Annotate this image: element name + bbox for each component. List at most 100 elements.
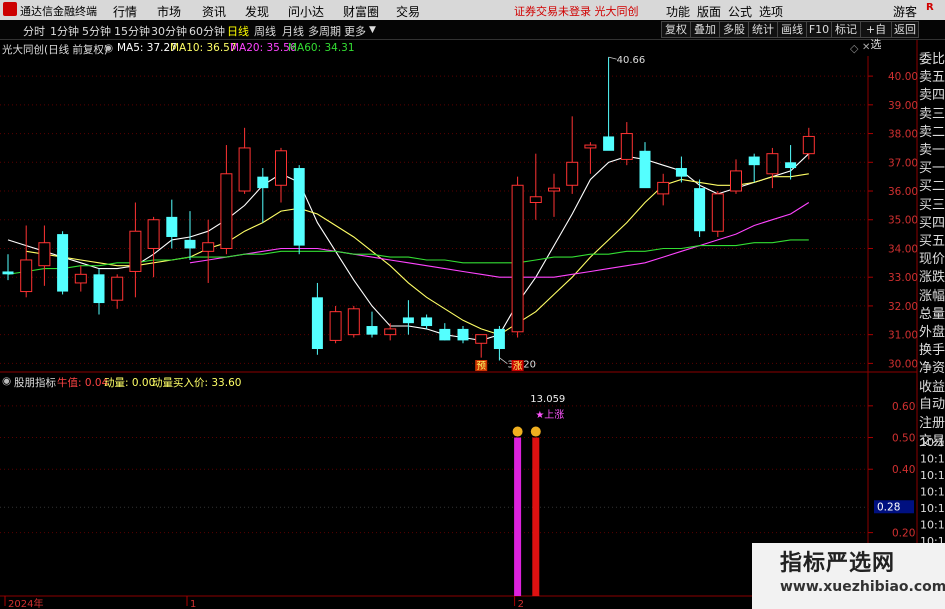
candle: [129, 202, 142, 298]
candle: [475, 334, 488, 358]
stock-info-bar: 光大同创(日线 前复权) ◉ MA5: 37.27 MA10: 36.57 MA…: [0, 40, 870, 56]
time-label: 10:18: [920, 486, 945, 499]
quote-field: 净资: [919, 361, 945, 377]
candle: [566, 116, 579, 194]
indicator-settings-icon[interactable]: ◉: [2, 375, 11, 387]
quote-field: 总量: [919, 306, 945, 322]
candle: [238, 127, 251, 194]
quote-field: 买一: [919, 161, 945, 177]
candle: [421, 314, 433, 329]
candle: [57, 231, 69, 295]
indicator-bar: [532, 437, 540, 596]
time-label: 10:18: [920, 453, 945, 466]
indicator-bar: [514, 437, 522, 596]
price-tick-label: 35.00: [888, 215, 918, 227]
quote-field: 卖一: [919, 143, 945, 158]
quote-field: 自动: [919, 397, 945, 412]
right-quote-panel: 委比 卖五 卖四 卖三 卖二 卖一 买一 买二 买三 买四 买五 现价 涨跌 涨幅 总量 外盘 换手 净资 收益 自动…: [917, 40, 945, 449]
candle: [220, 145, 233, 255]
candle: [657, 173, 670, 206]
indicator-value-label: 13.059: [530, 394, 565, 405]
quote-field: 买五: [919, 234, 945, 249]
ma-line-ma60: [7, 239, 809, 275]
price-tick-label: 36.00: [888, 186, 918, 198]
x-axis-labels: 2024年 1 2: [4, 596, 524, 609]
candle: [603, 57, 615, 151]
current-value-label: 0.28: [877, 501, 900, 513]
indicator-info-bar: ◉ 股朋指标 牛值: 0.04 动量: 0.00 动量买入价: 33.60: [0, 373, 720, 389]
price-tick-label: 33.00: [888, 272, 918, 284]
stock-title: 光大同创(日线 前复权): [2, 44, 109, 56]
price-tick-label: 38.00: [888, 129, 918, 141]
x-tick-label: 2024年: [8, 597, 43, 609]
candle: [74, 265, 87, 292]
x-tick-label: 1: [190, 599, 196, 609]
candle: [166, 199, 178, 249]
price-tick-label: 30.00: [888, 358, 918, 370]
diamond-icon[interactable]: ◇: [850, 42, 858, 55]
watermark-url: www.xuezhibiao.com: [780, 579, 945, 595]
candle: [257, 168, 269, 223]
quote-field: 委比: [919, 52, 945, 67]
price-tick-label: 34.00: [888, 243, 918, 255]
candle: [730, 159, 742, 194]
indicator-tick-label: 0.40: [892, 464, 915, 476]
candle: [675, 156, 687, 183]
quote-field: 买四: [919, 215, 945, 231]
candle: [2, 254, 14, 281]
candle: [548, 173, 560, 217]
candle: [529, 153, 542, 220]
indicator-tick-label: 0.20: [892, 528, 915, 540]
price-tick-label: 32.00: [888, 301, 918, 313]
indicator-tick-label: 0.60: [892, 401, 915, 413]
price-tick-label: 31.00: [888, 330, 918, 342]
candle: [748, 153, 760, 183]
indicator-bars: 13.059 ★上涨: [512, 394, 565, 596]
indicator-niuzhi: 牛值: 0.04: [57, 377, 109, 389]
close-icon[interactable]: ✕: [862, 42, 870, 53]
price-tick-label: 39.00: [888, 100, 918, 112]
time-label: 10:18: [920, 502, 945, 515]
candle: [20, 225, 33, 298]
quote-field: 外盘: [919, 325, 945, 340]
quote-field: 卖二: [919, 124, 945, 140]
candle: [584, 142, 597, 174]
candle: [147, 216, 160, 278]
watermark-title: 指标严选网: [780, 551, 896, 576]
kline-chart[interactable]: 40.6630.20预涨 30.00 31.00 32.00 33.00 34.00 35…: [0, 0, 945, 609]
candle: [785, 145, 797, 180]
candle: [329, 305, 342, 344]
ma10-label: MA10: 36.57: [170, 42, 237, 54]
price-annotations: 40.6630.20预涨: [475, 55, 645, 372]
ma5-label: MA5: 37.27: [117, 42, 177, 54]
signal-text: ★上涨: [535, 409, 564, 421]
quote-field: 收益: [919, 379, 945, 395]
x-tick-label: 2: [518, 599, 524, 609]
ma60-label: MA60: 34.31: [288, 42, 355, 54]
indicator-axis: 0.20 0.40 0.50 0.60 0.28: [868, 401, 915, 540]
quote-field: 交易: [919, 434, 945, 449]
main-grid: [0, 75, 868, 364]
time-label: 10:19: [920, 519, 945, 532]
indicator-tick-label: 0.50: [892, 433, 915, 445]
annotation-leader: [608, 56, 617, 60]
quote-field: 卖四: [919, 88, 945, 104]
price-tick-label: 37.00: [888, 157, 918, 169]
quote-field: 买三: [919, 197, 945, 213]
coin-icon: [512, 426, 523, 437]
candle: [366, 311, 378, 338]
price-annotation: 40.66: [617, 55, 646, 66]
candles: [2, 57, 815, 361]
quote-field: 换手: [919, 343, 945, 359]
candle: [93, 268, 105, 315]
candle: [711, 191, 724, 237]
candle: [620, 122, 633, 166]
price-axis: 30.00 31.00 32.00 33.00 34.00 35.00 36.00 37.00…: [868, 71, 918, 370]
candle: [802, 127, 815, 160]
candle: [493, 326, 505, 361]
time-label: 10:18: [920, 469, 945, 482]
indicator-name: 股朋指标: [14, 377, 56, 389]
ma-settings-icon[interactable]: ◉: [104, 42, 113, 54]
candle: [639, 142, 651, 189]
quote-field: 涨跌: [919, 270, 945, 286]
